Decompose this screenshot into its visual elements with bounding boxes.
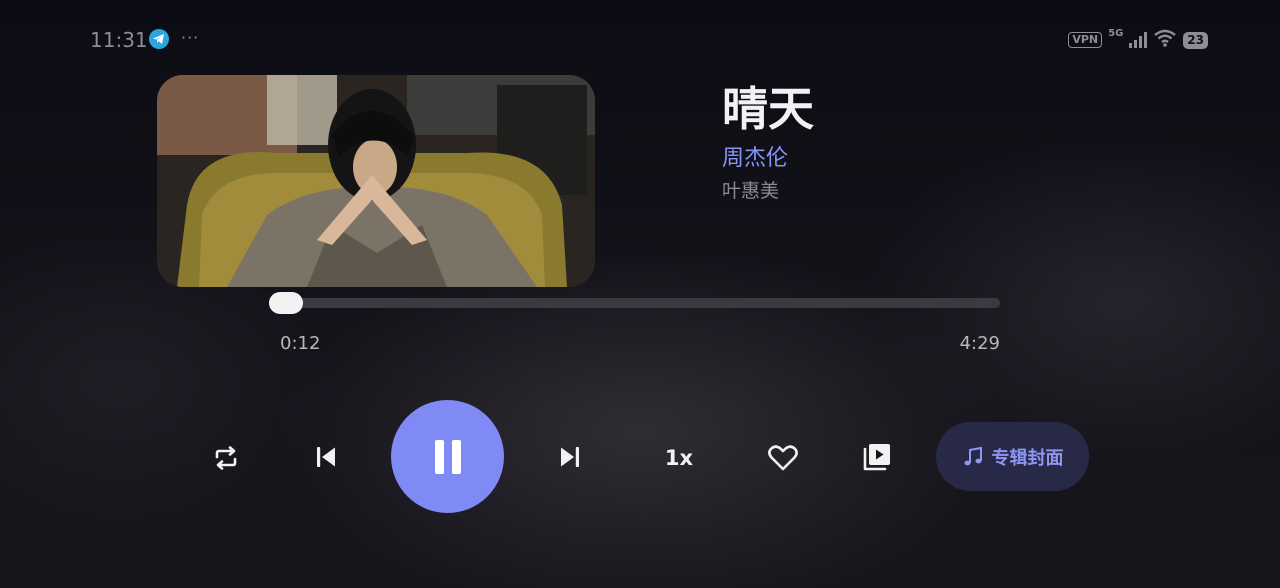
album-cover-label: 专辑封面 <box>991 447 1064 469</box>
album-artwork <box>157 75 595 287</box>
next-icon <box>561 447 579 467</box>
signal-icon <box>1129 32 1148 48</box>
song-info: 晴天 周杰伦 叶惠美 <box>722 80 814 204</box>
playlist-icon <box>863 444 890 471</box>
next-button[interactable] <box>549 436 591 478</box>
progress-track[interactable] <box>270 298 1000 308</box>
battery-icon: 23 <box>1183 31 1208 49</box>
music-note-icon <box>964 446 982 465</box>
pause-icon <box>434 439 461 474</box>
playlist-button[interactable] <box>856 436 898 478</box>
status-indicators: VPN 5G 23 <box>1068 28 1208 52</box>
total-time: 4:29 <box>959 333 1000 354</box>
album-cover-button[interactable]: 专辑封面 <box>936 422 1089 491</box>
telegram-icon <box>149 29 169 49</box>
album-cover[interactable] <box>157 75 595 287</box>
vpn-badge: VPN <box>1068 32 1103 48</box>
current-time: 0:12 <box>280 333 321 354</box>
network-label: 5G <box>1108 28 1124 39</box>
repeat-button[interactable] <box>206 438 246 478</box>
wifi-icon <box>1153 28 1177 52</box>
previous-icon <box>317 447 335 467</box>
artist-name[interactable]: 周杰伦 <box>722 144 814 174</box>
play-pause-button[interactable] <box>391 400 504 513</box>
heart-icon <box>768 445 798 471</box>
playback-speed-button[interactable]: 1x <box>656 438 702 478</box>
previous-button[interactable] <box>305 436 347 478</box>
progress-thumb[interactable] <box>269 292 303 314</box>
repeat-icon <box>215 446 237 470</box>
status-time: 11:31 <box>90 28 148 52</box>
favorite-button[interactable] <box>762 437 804 479</box>
album-name: 叶惠美 <box>722 180 780 202</box>
more-dots-icon: ··· <box>181 28 200 47</box>
status-bar: 11:31 ··· VPN 5G 23 <box>90 28 1208 52</box>
song-title: 晴天 <box>722 82 814 136</box>
